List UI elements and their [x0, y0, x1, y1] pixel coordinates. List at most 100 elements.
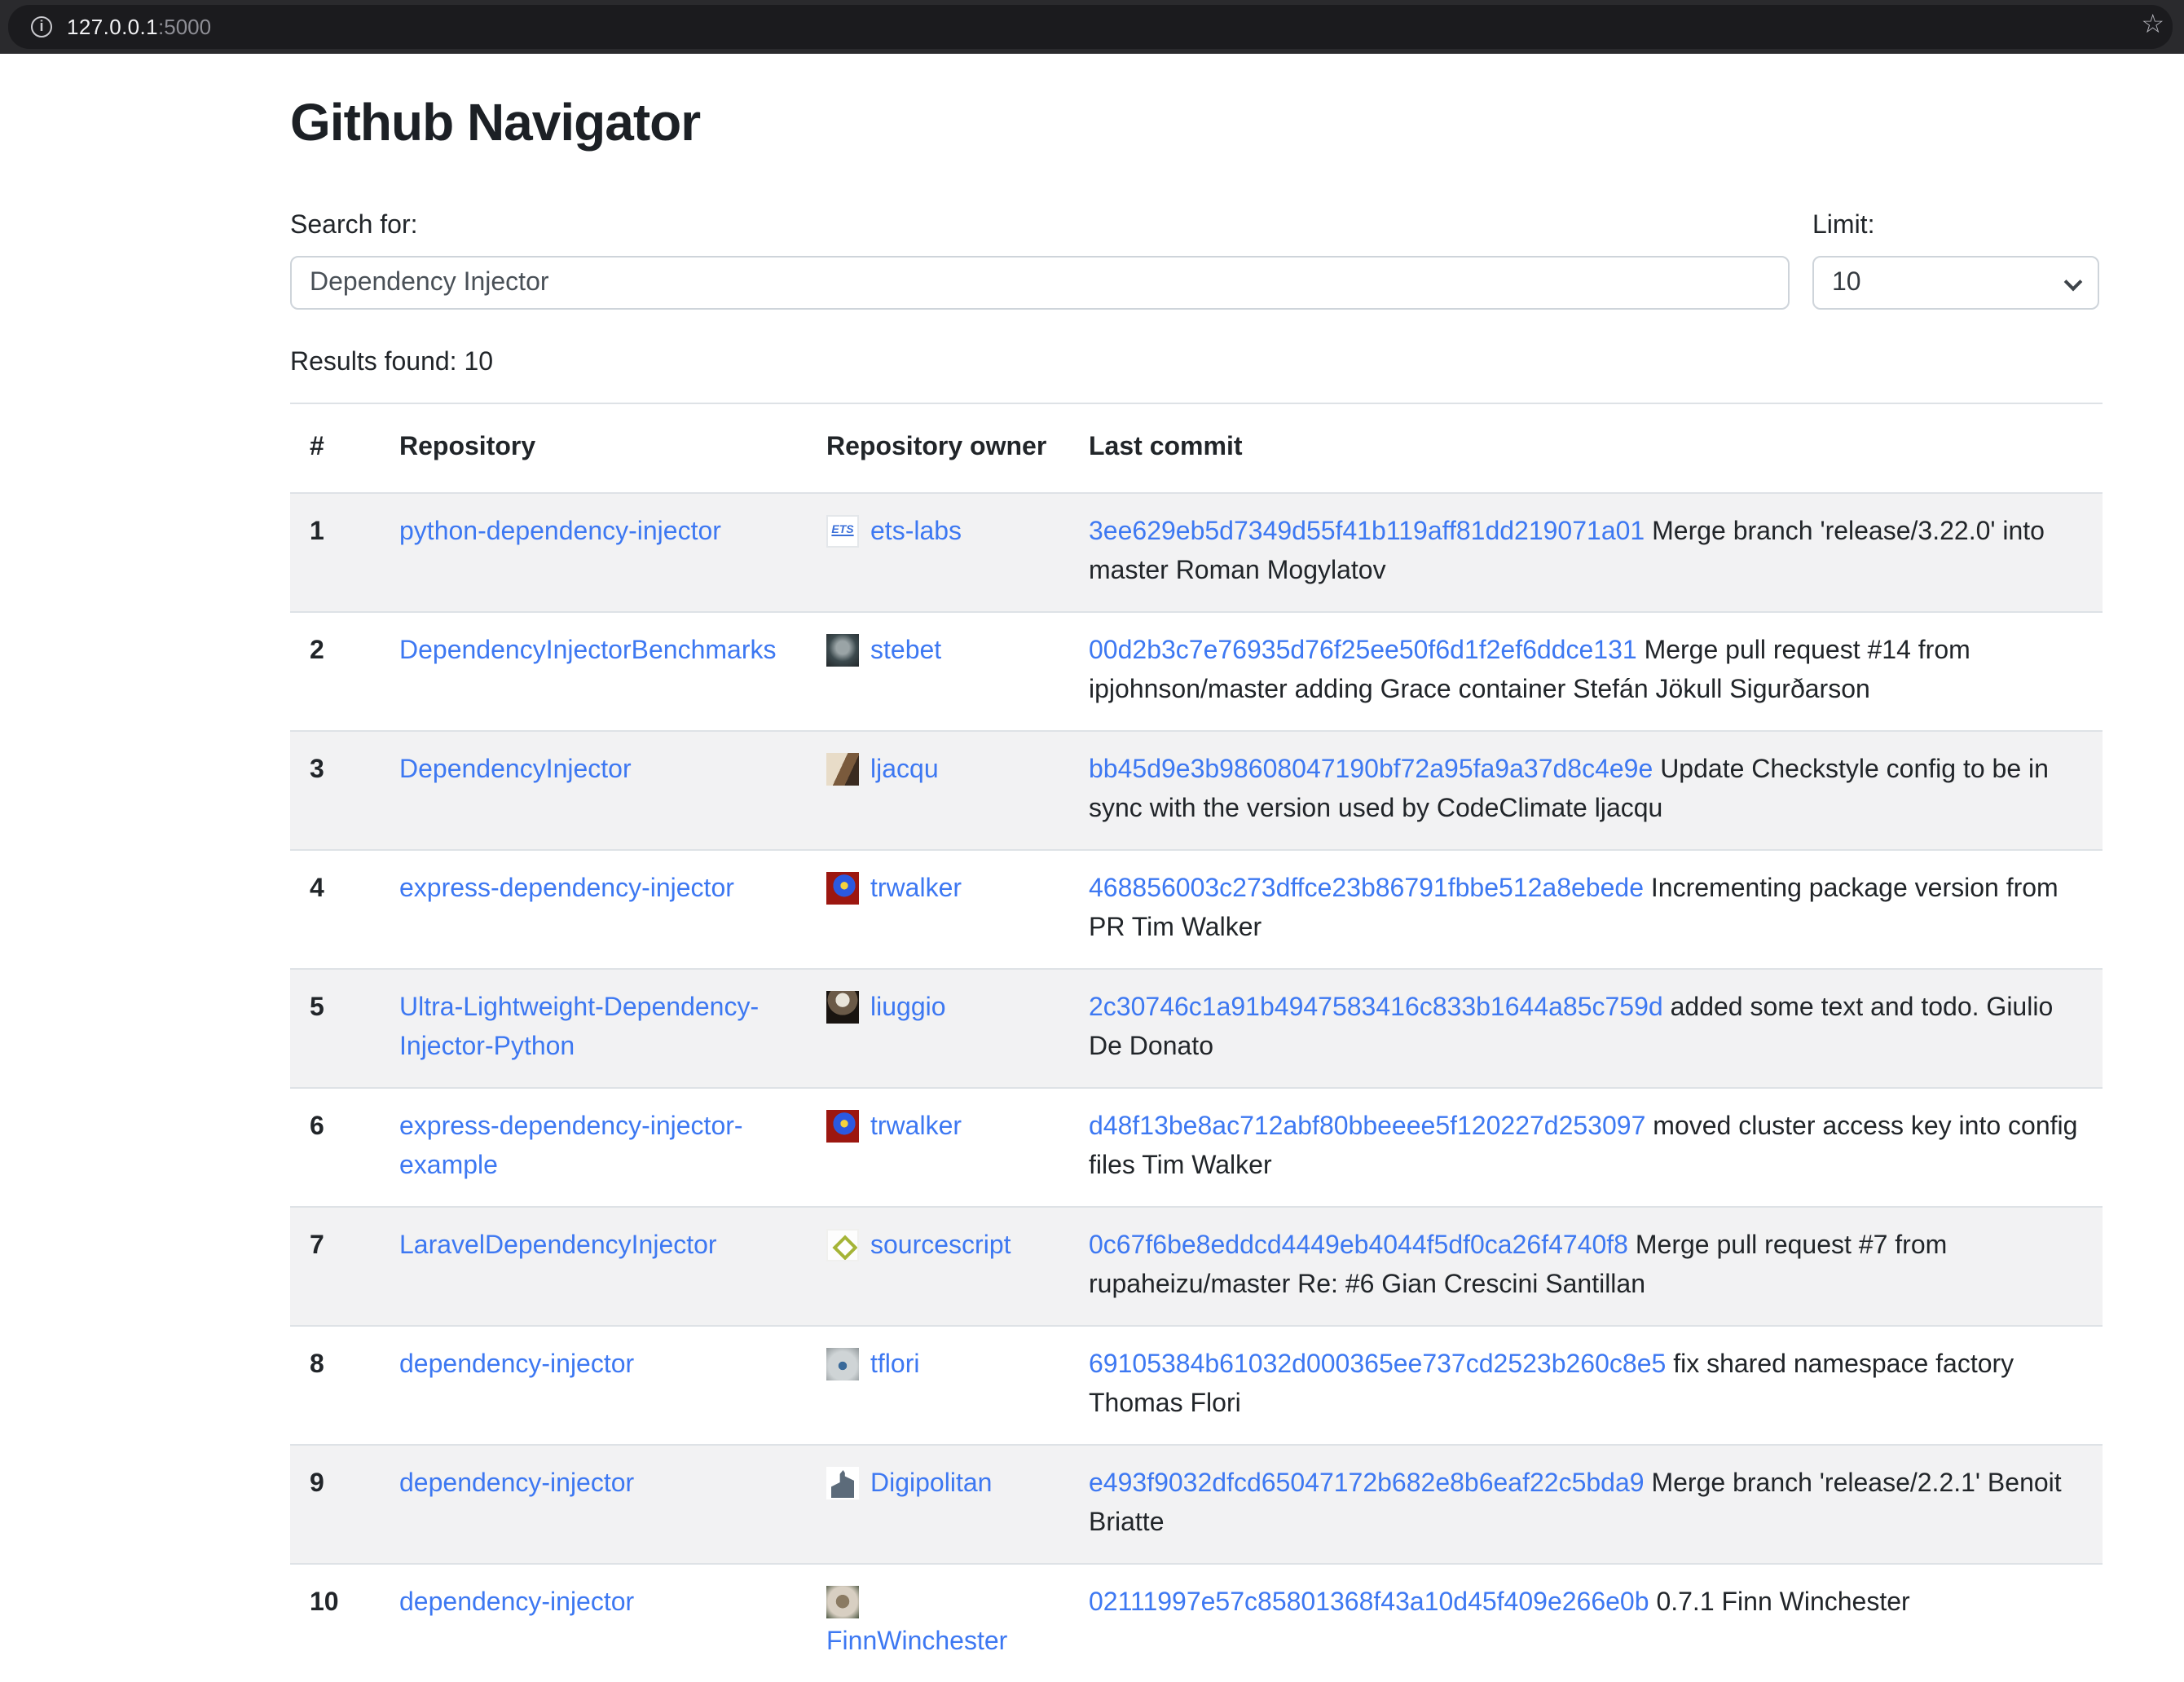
- header-last-commit: Last commit: [1069, 403, 2103, 493]
- row-number: 9: [290, 1445, 380, 1564]
- owner-link[interactable]: stebet: [870, 637, 941, 665]
- site-info-icon[interactable]: i: [31, 16, 52, 37]
- main-content: Github Navigator Search for: Limit: 10 R…: [290, 54, 2103, 1682]
- table-row: 7 LaravelDependencyInjector sourcescript…: [290, 1207, 2103, 1326]
- owner-cell: ETS ets-labs: [807, 493, 1069, 612]
- commit-hash-link[interactable]: 0c67f6be8eddcd4449eb4044f5df0ca26f4740f8: [1089, 1232, 1628, 1260]
- commit-hash-link[interactable]: bb45d9e3b98608047190bf72a95fa9a37d8c4e9e: [1089, 756, 1653, 784]
- row-number: 6: [290, 1088, 380, 1207]
- repo-cell: express-dependency-injector-example: [380, 1088, 807, 1207]
- commit-hash-link[interactable]: e493f9032dfcd65047172b682e8b6eaf22c5bda9: [1089, 1470, 1645, 1498]
- table-row: 5 Ultra-Lightweight-Dependency-Injector-…: [290, 969, 2103, 1088]
- owner-avatar: [826, 634, 859, 667]
- repo-cell: dependency-injector: [380, 1564, 807, 1682]
- commit-cell: d48f13be8ac712abf80bbeeee5f120227d253097…: [1069, 1088, 2103, 1207]
- commit-hash-link[interactable]: 00d2b3c7e76935d76f25ee50f6d1f2ef6ddce131: [1089, 637, 1637, 665]
- repo-cell: dependency-injector: [380, 1326, 807, 1445]
- header-num: #: [290, 403, 380, 493]
- row-number: 10: [290, 1564, 380, 1682]
- owner-link[interactable]: tflori: [870, 1351, 919, 1379]
- table-row: 8 dependency-injector tflori 69105384b61…: [290, 1326, 2103, 1445]
- commit-cell: 02111997e57c85801368f43a10d45f409e266e0b…: [1069, 1564, 2103, 1682]
- limit-select[interactable]: 10: [1812, 256, 2099, 310]
- repository-link[interactable]: dependency-injector: [399, 1351, 634, 1379]
- owner-cell: FinnWinchester: [807, 1564, 1069, 1682]
- commit-hash-link[interactable]: 02111997e57c85801368f43a10d45f409e266e0b: [1089, 1589, 1649, 1617]
- results-table: # Repository Repository owner Last commi…: [290, 403, 2103, 1682]
- repo-cell: express-dependency-injector: [380, 850, 807, 969]
- row-number: 5: [290, 969, 380, 1088]
- owner-cell: Digipolitan: [807, 1445, 1069, 1564]
- owner-link[interactable]: sourcescript: [870, 1232, 1011, 1260]
- table-row: 2 DependencyInjectorBenchmarks stebet 00…: [290, 612, 2103, 731]
- owner-cell: ljacqu: [807, 731, 1069, 850]
- owner-link[interactable]: ljacqu: [870, 756, 939, 784]
- commit-cell: 0c67f6be8eddcd4449eb4044f5df0ca26f4740f8…: [1069, 1207, 2103, 1326]
- browser-toolbar: i 127.0.0.1:5000 ☆: [0, 0, 2184, 54]
- repository-link[interactable]: LaravelDependencyInjector: [399, 1232, 717, 1260]
- table-header-row: # Repository Repository owner Last commi…: [290, 403, 2103, 493]
- owner-avatar: [826, 753, 859, 786]
- search-input[interactable]: [290, 256, 1790, 310]
- owner-avatar: ETS: [826, 515, 859, 548]
- table-row: 4 express-dependency-injector trwalker 4…: [290, 850, 2103, 969]
- table-row: 6 express-dependency-injector-example tr…: [290, 1088, 2103, 1207]
- owner-avatar: [826, 1467, 859, 1499]
- commit-cell: bb45d9e3b98608047190bf72a95fa9a37d8c4e9e…: [1069, 731, 2103, 850]
- owner-cell: tflori: [807, 1326, 1069, 1445]
- repo-cell: LaravelDependencyInjector: [380, 1207, 807, 1326]
- owner-avatar: [826, 991, 859, 1024]
- owner-cell: trwalker: [807, 1088, 1069, 1207]
- repository-link[interactable]: python-dependency-injector: [399, 518, 721, 546]
- row-number: 3: [290, 731, 380, 850]
- row-number: 7: [290, 1207, 380, 1326]
- repository-link[interactable]: express-dependency-injector-example: [399, 1113, 743, 1180]
- owner-avatar: [826, 1586, 859, 1618]
- owner-avatar: [826, 1110, 859, 1143]
- owner-link[interactable]: trwalker: [870, 875, 962, 903]
- table-row: 9 dependency-injector Digipolitan e493f9…: [290, 1445, 2103, 1564]
- header-repository: Repository: [380, 403, 807, 493]
- limit-label: Limit:: [1812, 212, 1874, 241]
- owner-cell: liuggio: [807, 969, 1069, 1088]
- repository-link[interactable]: dependency-injector: [399, 1470, 634, 1498]
- owner-cell: trwalker: [807, 850, 1069, 969]
- commit-cell: 3ee629eb5d7349d55f41b119aff81dd219071a01…: [1069, 493, 2103, 612]
- commit-cell: 69105384b61032d000365ee737cd2523b260c8e5…: [1069, 1326, 2103, 1445]
- table-row: 10 dependency-injector FinnWinchester 02…: [290, 1564, 2103, 1682]
- repository-link[interactable]: DependencyInjector: [399, 756, 632, 784]
- owner-link[interactable]: liuggio: [870, 994, 946, 1022]
- owner-link[interactable]: Digipolitan: [870, 1470, 992, 1498]
- owner-cell: stebet: [807, 612, 1069, 731]
- commit-hash-link[interactable]: 468856003c273dffce23b86791fbbe512a8ebede: [1089, 875, 1644, 903]
- repo-cell: dependency-injector: [380, 1445, 807, 1564]
- owner-link[interactable]: trwalker: [870, 1113, 962, 1141]
- page-title: Github Navigator: [290, 93, 2103, 153]
- owner-link[interactable]: FinnWinchester: [826, 1628, 1007, 1656]
- commit-hash-link[interactable]: 69105384b61032d000365ee737cd2523b260c8e5: [1089, 1351, 1666, 1379]
- search-label: Search for:: [290, 212, 1812, 241]
- commit-hash-link[interactable]: d48f13be8ac712abf80bbeeee5f120227d253097: [1089, 1113, 1645, 1141]
- url-host: 127.0.0.1: [67, 15, 158, 39]
- repository-link[interactable]: dependency-injector: [399, 1589, 634, 1617]
- commit-cell: 468856003c273dffce23b86791fbbe512a8ebede…: [1069, 850, 2103, 969]
- commit-cell: 2c30746c1a91b4947583416c833b1644a85c759d…: [1069, 969, 2103, 1088]
- commit-hash-link[interactable]: 3ee629eb5d7349d55f41b119aff81dd219071a01: [1089, 518, 1645, 546]
- repo-cell: python-dependency-injector: [380, 493, 807, 612]
- repository-link[interactable]: express-dependency-injector: [399, 875, 734, 903]
- row-number: 8: [290, 1326, 380, 1445]
- results-body: 1 python-dependency-injector ETSets-labs…: [290, 493, 2103, 1682]
- repository-link[interactable]: DependencyInjectorBenchmarks: [399, 637, 776, 665]
- table-row: 3 DependencyInjector ljacqu bb45d9e3b986…: [290, 731, 2103, 850]
- results-summary: Results found: 10: [290, 349, 2103, 378]
- address-bar[interactable]: i 127.0.0.1:5000: [8, 5, 2173, 49]
- bookmark-star-icon[interactable]: ☆: [2141, 7, 2164, 46]
- owner-link[interactable]: ets-labs: [870, 518, 962, 546]
- repository-link[interactable]: Ultra-Lightweight-Dependency-Injector-Py…: [399, 994, 759, 1061]
- owner-avatar: [826, 1348, 859, 1380]
- commit-cell: e493f9032dfcd65047172b682e8b6eaf22c5bda9…: [1069, 1445, 2103, 1564]
- commit-hash-link[interactable]: 2c30746c1a91b4947583416c833b1644a85c759d: [1089, 994, 1663, 1022]
- owner-avatar: [826, 1229, 859, 1262]
- header-owner: Repository owner: [807, 403, 1069, 493]
- row-number: 4: [290, 850, 380, 969]
